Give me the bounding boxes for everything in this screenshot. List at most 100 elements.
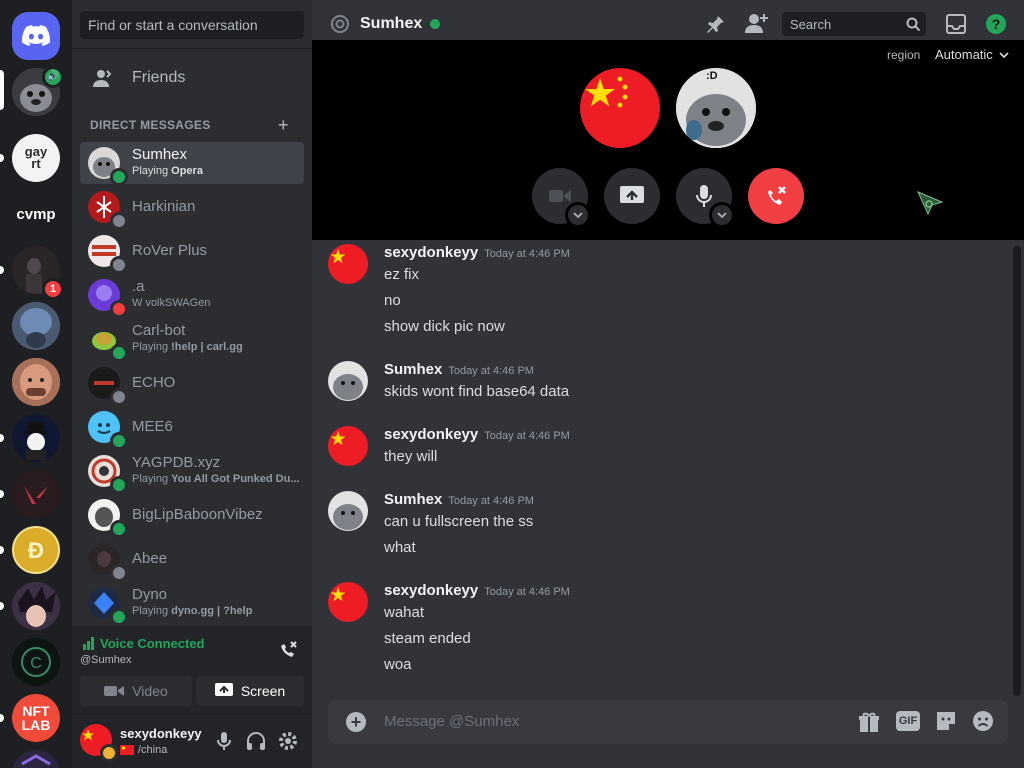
headphones-icon[interactable] [246,731,266,751]
server-bald-face[interactable] [12,358,60,406]
message-input[interactable]: Message @Sumhex [384,713,519,730]
activity-prefix: Playing [132,165,172,177]
mic-options-chevron-icon[interactable] [709,202,735,228]
author-name[interactable]: Sumhex [384,491,442,508]
status-online-dot [110,476,128,494]
stream-screen-button[interactable] [604,168,660,224]
author-name[interactable]: sexydonkeyy [384,426,478,443]
dm-item-rover-plus[interactable]: RoVer Plus [80,230,304,274]
author-name[interactable]: Sumhex [384,361,442,378]
dm-activity: Playing dyno.gg | ?help [132,604,300,618]
gif-button[interactable]: GIF [896,711,920,731]
help-icon[interactable]: ? [986,14,1006,34]
gift-icon[interactable] [858,711,880,733]
screen-label: Screen [240,683,286,699]
create-dm-plus-icon[interactable]: + [278,115,289,136]
server-anime[interactable] [12,582,60,630]
dm-name: Dyno [132,586,168,603]
call-participant-sumhex[interactable]: :D [676,68,756,148]
message-avatar[interactable] [328,426,368,466]
china-flag-avatar-icon [328,582,368,622]
dm-item-carl-bot[interactable]: Carl-bot Playing !help | carl.gg [80,318,304,362]
message-avatar[interactable] [328,361,368,401]
dm-item-mee6[interactable]: MEE6 [80,406,304,450]
server-hex[interactable] [12,750,60,768]
svg-text:Ð: Ð [28,538,44,563]
message-text: can u fullscreen the ss [384,513,534,530]
dm-item-sumhex[interactable]: Sumhex Playing Opera [80,142,304,186]
username: sexydonkeyy [120,726,202,741]
author-name[interactable]: sexydonkeyy [384,244,478,261]
unread-indicator [0,434,4,442]
message-author: sexydonkeyy Today at 4:46 PM [384,244,570,261]
server-cvmp[interactable]: cvmp [12,190,60,238]
dm-item-harkinian[interactable]: Harkinian [80,186,304,230]
anime-avatar-icon [12,582,60,630]
server-nft-label: NFT LAB [21,703,51,733]
video-button[interactable]: Video [80,676,192,706]
chevron-down-icon [999,51,1009,58]
dm-item-a[interactable]: .a W volkSWAGen [80,274,304,318]
emoji-icon[interactable] [972,710,994,732]
status-offline-dot [110,212,128,230]
add-member-icon[interactable] [745,12,769,34]
dm-item-biglipbaboonvibez[interactable]: BigLipBaboonVibez [80,494,304,538]
microphone-icon[interactable] [216,731,232,751]
message-author: sexydonkeyy Today at 4:46 PM [384,582,570,599]
sticker-icon[interactable] [935,710,957,732]
search-input[interactable]: Search [782,12,926,36]
screen-share-button[interactable]: Screen [196,676,304,706]
user-panel: sexydonkeyy /china [72,714,312,768]
unread-indicator [0,546,4,554]
settings-gear-icon[interactable] [278,731,298,751]
camera-options-chevron-icon[interactable] [565,202,591,228]
inbox-icon[interactable] [946,14,966,34]
dm-item-yagpdb[interactable]: YAGPDB.xyz Playing You All Got Punked Du.… [80,450,304,494]
leave-call-button[interactable] [748,168,804,224]
disconnect-call-icon[interactable] [278,640,298,660]
status-idle-dot [100,744,118,762]
friends-nav-item[interactable]: Friends [80,58,304,98]
dm-item-echo[interactable]: ECHO [80,362,304,406]
status-online-dot [110,608,128,626]
user-status-text: /china [138,744,168,756]
server-c-logo[interactable]: C [12,638,60,686]
call-participant-self[interactable] [580,68,660,148]
message-timestamp: Today at 4:46 PM [484,430,570,442]
message-text: show dick pic now [384,318,505,335]
author-name[interactable]: sexydonkeyy [384,582,478,599]
message-avatar[interactable] [328,582,368,622]
message-avatar[interactable] [328,491,368,531]
chat-scrollbar[interactable] [1013,246,1021,696]
find-conversation-input[interactable]: Find or start a conversation [80,11,304,39]
region-label: region [887,48,921,62]
hang-up-icon [768,186,786,205]
dm-name: Harkinian [132,198,196,215]
message-author: sexydonkeyy Today at 4:46 PM [384,426,570,443]
dm-item-abee[interactable]: Abee [80,538,304,582]
server-gold[interactable]: Ð [12,526,60,574]
dm-name: MEE6 [132,418,173,435]
region-select[interactable]: Automatic [935,47,1009,62]
activity-game: You All Got Punked Du... [171,473,300,485]
server-gay[interactable]: gay rt [12,134,60,182]
message-text: woa [384,656,412,673]
dm-item-dyno[interactable]: Dyno Playing dyno.gg | ?help [80,582,304,626]
server-nft-lab[interactable]: NFT LAB [12,694,60,742]
server-valorant[interactable] [12,470,60,518]
dm-name: YAGPDB.xyz [132,454,221,471]
unread-indicator [0,602,4,610]
unread-indicator [0,266,4,274]
message-avatar[interactable] [328,244,368,284]
server-monopoly[interactable] [12,414,60,462]
dm-activity: Playing Opera [132,164,300,178]
activity-game: dyno.gg | ?help [171,605,253,617]
dm-section-header: DIRECT MESSAGES [90,118,211,132]
status-online-dot [110,168,128,186]
cursor-arrow-icon [917,191,944,216]
home-button[interactable] [12,12,60,60]
server-megamind[interactable] [12,302,60,350]
dm-name: ECHO [132,374,176,391]
pin-icon[interactable] [706,14,726,34]
add-attachment-plus-icon[interactable]: + [346,712,366,732]
